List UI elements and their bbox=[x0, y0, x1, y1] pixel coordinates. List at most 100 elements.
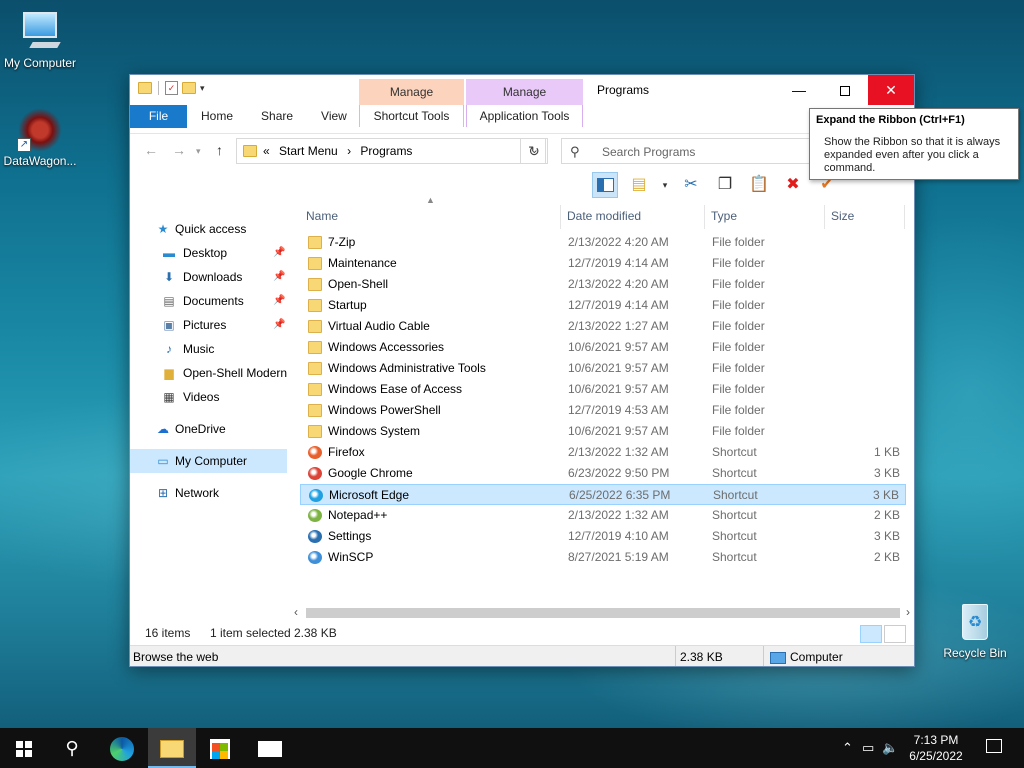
recent-locations-button[interactable]: ▾ bbox=[196, 146, 201, 157]
nav-item-network[interactable]: ⊞ Network bbox=[130, 481, 287, 505]
file-row[interactable]: Windows System 10/6/2021 9:57 AM File fold… bbox=[300, 421, 906, 442]
clock[interactable]: 7:13 PM 6/25/2022 bbox=[906, 732, 966, 764]
file-row[interactable]: Startup 12/7/2019 4:14 AM File folder bbox=[300, 295, 906, 316]
search-icon: ⚲ bbox=[570, 144, 580, 159]
file-size: 2 KB bbox=[873, 550, 900, 564]
details-view-button[interactable] bbox=[860, 625, 882, 643]
nav-item-desktop[interactable]: ▬ Desktop 📌 bbox=[130, 241, 287, 265]
search-input[interactable]: Search Programs bbox=[602, 145, 695, 159]
file-row[interactable]: Firefox 2/13/2022 1:32 AM Shortcut 1 KB bbox=[300, 442, 906, 463]
file-type: File folder bbox=[712, 340, 765, 354]
tab-home[interactable]: Home bbox=[187, 105, 247, 128]
dropdown-icon[interactable]: ▾ bbox=[660, 172, 670, 198]
maximize-button[interactable] bbox=[822, 75, 868, 105]
folder-icon bbox=[138, 82, 152, 94]
windows-logo-icon bbox=[16, 741, 32, 757]
nav-item-videos[interactable]: ▦ Videos bbox=[130, 385, 287, 409]
file-type: Shortcut bbox=[712, 445, 757, 459]
delete-button[interactable]: ✖ bbox=[780, 172, 806, 198]
desktop-icon-datawagon[interactable]: ↗ DataWagon... bbox=[0, 108, 80, 168]
tab-application-tools[interactable]: Application Tools bbox=[466, 105, 583, 127]
properties-icon[interactable]: ✓ bbox=[165, 81, 178, 95]
file-type: File folder bbox=[712, 256, 765, 270]
search-box[interactable]: ⚲ Search Programs bbox=[561, 138, 811, 164]
forward-button[interactable]: → bbox=[172, 142, 186, 158]
file-type: File folder bbox=[712, 403, 765, 417]
file-name: Virtual Audio Cable bbox=[328, 319, 430, 333]
new-folder-icon[interactable] bbox=[182, 82, 196, 94]
large-icons-view-button[interactable] bbox=[884, 625, 906, 643]
breadcrumb-start-menu[interactable]: Start Menu bbox=[279, 144, 338, 158]
tab-share[interactable]: Share bbox=[247, 105, 307, 128]
file-name: Open-Shell bbox=[328, 277, 389, 291]
breadcrumb-separator[interactable]: › bbox=[347, 144, 351, 158]
search-button[interactable]: ⚲ bbox=[48, 728, 96, 768]
up-button[interactable]: ↑ bbox=[216, 142, 223, 158]
folder-icon bbox=[308, 236, 322, 249]
network-icon: ⊞ bbox=[157, 486, 169, 500]
taskbar-store[interactable] bbox=[196, 728, 244, 768]
horizontal-scrollbar[interactable]: ‹ › bbox=[290, 605, 914, 621]
column-name[interactable]: Name bbox=[300, 205, 561, 229]
file-row[interactable]: Notepad++ 2/13/2022 1:32 AM Shortcut 2 KB bbox=[300, 505, 906, 526]
scroll-left-icon[interactable]: ‹ bbox=[294, 605, 298, 619]
nav-item-documents[interactable]: ▤ Documents 📌 bbox=[130, 289, 287, 313]
file-row[interactable]: Virtual Audio Cable 2/13/2022 1:27 AM File… bbox=[300, 316, 906, 337]
scroll-right-icon[interactable]: › bbox=[906, 605, 910, 619]
address-bar[interactable]: « Start Menu › Programs ⌄ bbox=[236, 138, 546, 164]
copy-button[interactable]: ❐ bbox=[712, 172, 738, 198]
close-button[interactable]: ✕ bbox=[868, 75, 914, 105]
scrollbar-thumb[interactable] bbox=[306, 608, 900, 618]
nav-item-open-shell-modern[interactable]: ▆ Open-Shell Modern bbox=[130, 361, 287, 385]
recycle-bin-icon: ♻ bbox=[952, 600, 998, 644]
breadcrumb-programs[interactable]: Programs bbox=[360, 144, 412, 158]
refresh-button[interactable]: ↻ bbox=[520, 138, 548, 164]
file-row[interactable]: Google Chrome 6/23/2022 9:50 PM Shortcut 3 … bbox=[300, 463, 906, 484]
tab-shortcut-tools[interactable]: Shortcut Tools bbox=[359, 105, 464, 127]
column-size[interactable]: Size bbox=[825, 205, 905, 229]
column-date-modified[interactable]: Date modified bbox=[561, 205, 705, 229]
nav-item-downloads[interactable]: ⬇ Downloads 📌 bbox=[130, 265, 287, 289]
column-type[interactable]: Type bbox=[705, 205, 825, 229]
customize-toolbar-icon[interactable]: ▾ bbox=[200, 83, 205, 94]
nav-item-onedrive[interactable]: ☁ OneDrive bbox=[130, 417, 287, 441]
navigation-pane: ★ Quick access ▬ Desktop 📌 ⬇ Downloads 📌 ▤ Docume… bbox=[130, 201, 298, 611]
nav-item-my-computer[interactable]: ▭ My Computer bbox=[130, 449, 287, 473]
tab-view[interactable]: View bbox=[307, 105, 361, 128]
file-row[interactable]: Microsoft Edge 6/25/2022 6:35 PM Shortcut 3… bbox=[300, 484, 906, 505]
file-name: Notepad++ bbox=[328, 508, 388, 522]
nav-item-label: Videos bbox=[183, 390, 220, 404]
cut-button[interactable]: ✂ bbox=[678, 172, 704, 198]
volume-icon[interactable]: 🔈 bbox=[882, 740, 898, 756]
network-icon[interactable]: ▭ bbox=[862, 740, 874, 756]
desktop-icon-my-computer[interactable]: My Computer bbox=[0, 10, 80, 70]
notification-icon[interactable] bbox=[986, 739, 1002, 753]
explorer-window: ✓ ▾ Manage Manage Programs — ✕ File Home… bbox=[129, 74, 915, 667]
desktop-icon-recycle-bin[interactable]: ♻ Recycle Bin bbox=[935, 600, 1015, 660]
properties-button[interactable]: ▤ bbox=[626, 172, 652, 198]
file-row[interactable]: WinSCP 8/27/2021 5:19 AM Shortcut 2 KB bbox=[300, 547, 906, 568]
show-hidden-icons[interactable]: ⌃ bbox=[842, 740, 853, 756]
taskbar-edge[interactable] bbox=[98, 728, 146, 768]
file-row[interactable]: Windows Accessories 10/6/2021 9:57 AM File… bbox=[300, 337, 906, 358]
file-row[interactable]: Maintenance 12/7/2019 4:14 AM File folder bbox=[300, 253, 906, 274]
file-type: File folder bbox=[712, 361, 765, 375]
minimize-button[interactable]: — bbox=[776, 75, 822, 105]
back-button[interactable]: ← bbox=[144, 142, 158, 158]
breadcrumb-overflow[interactable]: « bbox=[263, 144, 270, 158]
file-row[interactable]: Windows PowerShell 12/7/2019 4:53 AM File … bbox=[300, 400, 906, 421]
file-row[interactable]: Windows Administrative Tools 10/6/2021 9:… bbox=[300, 358, 906, 379]
file-row[interactable]: 7-Zip 2/13/2022 4:20 AM File folder bbox=[300, 232, 906, 253]
file-row[interactable]: Open-Shell 2/13/2022 4:20 AM File folder bbox=[300, 274, 906, 295]
taskbar-file-explorer[interactable] bbox=[148, 728, 196, 768]
nav-item-quick-access[interactable]: ★ Quick access bbox=[130, 217, 287, 241]
paste-button[interactable]: 📋 bbox=[746, 172, 772, 198]
start-button[interactable] bbox=[0, 728, 48, 768]
nav-item-pictures[interactable]: ▣ Pictures 📌 bbox=[130, 313, 287, 337]
preview-pane-button[interactable] bbox=[592, 172, 618, 198]
file-row[interactable]: Settings 12/7/2019 4:10 AM Shortcut 3 KB bbox=[300, 526, 906, 547]
file-row[interactable]: Windows Ease of Access 10/6/2021 9:57 AM F… bbox=[300, 379, 906, 400]
tab-file[interactable]: File bbox=[130, 105, 187, 128]
nav-item-music[interactable]: ♪ Music bbox=[130, 337, 287, 361]
taskbar-mail[interactable] bbox=[246, 728, 294, 768]
